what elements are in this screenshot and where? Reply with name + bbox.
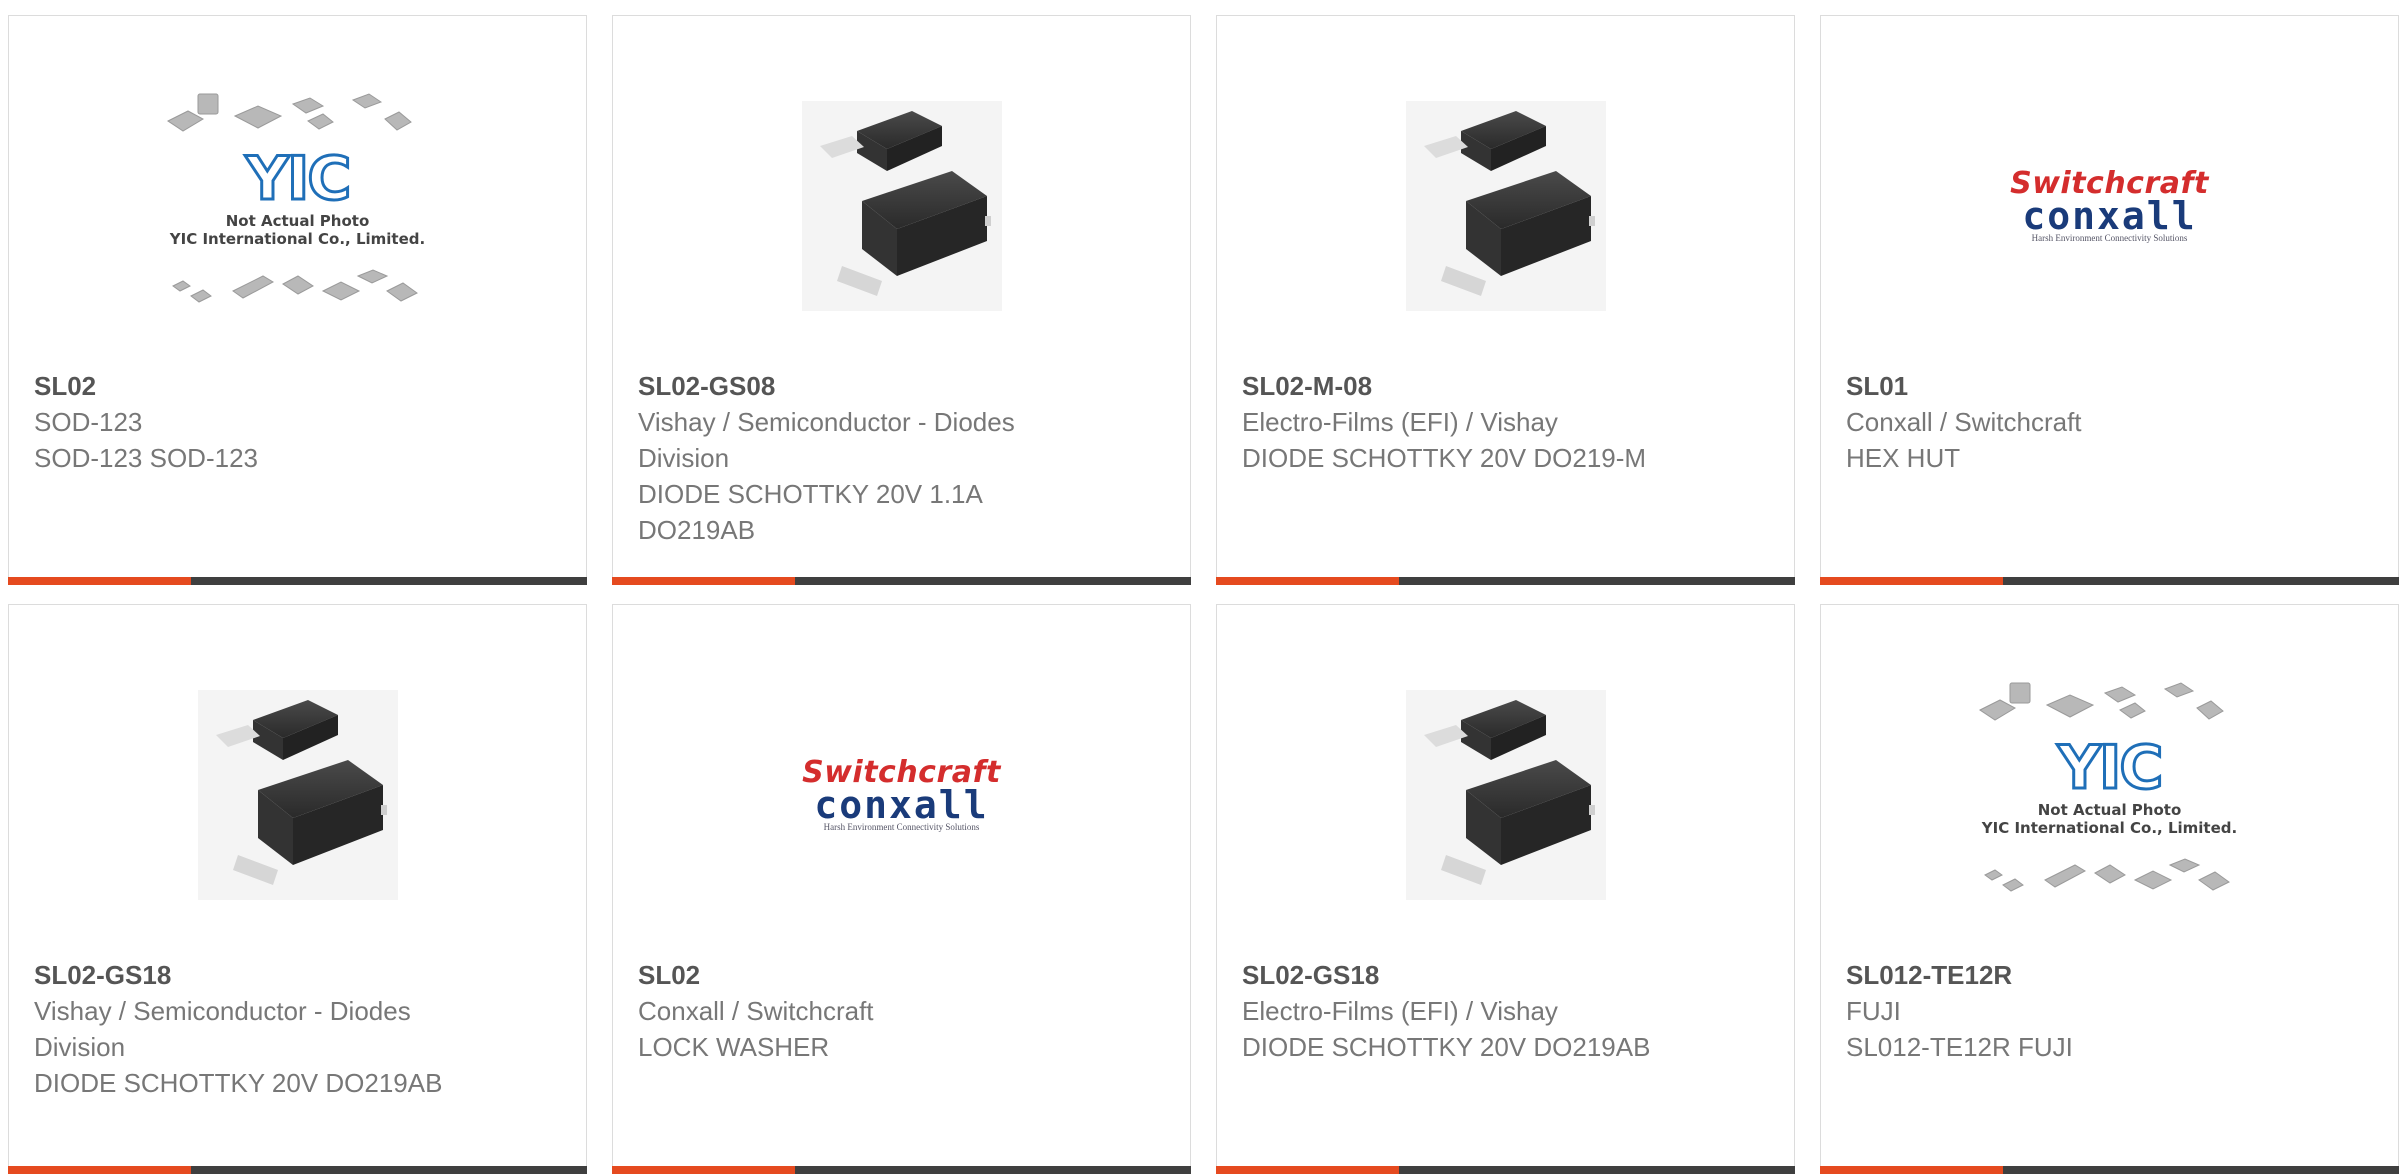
diode-package-icon bbox=[1405, 101, 1606, 311]
conxall-wordmark: conxall bbox=[2022, 194, 2197, 238]
part-number[interactable]: SL02 bbox=[34, 368, 466, 404]
product-card[interactable]: SL02-GS18 Vishay / Semiconductor - Diode… bbox=[8, 604, 587, 1174]
manufacturer: Conxall / Switchcraft bbox=[1846, 407, 2082, 437]
manufacturer: Vishay / Semiconductor - Diodes Division bbox=[34, 996, 411, 1062]
product-image: YIC Not Actual Photo YIC International C… bbox=[9, 56, 586, 356]
card-bottom-bar bbox=[8, 577, 587, 585]
product-image: Switchcraft conxall Harsh Environment Co… bbox=[613, 645, 1190, 945]
product-image: Switchcraft conxall Harsh Environment Co… bbox=[1821, 56, 2398, 356]
product-image bbox=[1217, 56, 1794, 356]
brand-tagline: Harsh Environment Connectivity Solutions bbox=[823, 822, 980, 832]
diode-package-icon bbox=[197, 690, 398, 900]
product-image bbox=[1217, 645, 1794, 945]
switchcraft-conxall-logo: Switchcraft conxall Harsh Environment Co… bbox=[2005, 169, 2215, 244]
yic-company: YIC International Co., Limited. bbox=[1981, 819, 2238, 837]
product-card[interactable]: Switchcraft conxall Harsh Environment Co… bbox=[612, 604, 1191, 1174]
product-info: SL02 Conxall / Switchcraft LOCK WASHER bbox=[638, 957, 1070, 1065]
card-bottom-bar bbox=[1820, 577, 2399, 585]
card-bottom-bar bbox=[1216, 577, 1795, 585]
product-info: SL02-GS08 Vishay / Semiconductor - Diode… bbox=[638, 368, 1070, 548]
card-accent bbox=[8, 577, 191, 585]
product-card[interactable]: SL02-M-08 Electro-Films (EFI) / Vishay D… bbox=[1216, 15, 1795, 585]
product-image: YIC Not Actual Photo YIC International C… bbox=[1821, 645, 2398, 945]
product-card[interactable]: YIC Not Actual Photo YIC International C… bbox=[1820, 604, 2399, 1174]
card-accent bbox=[1820, 577, 2003, 585]
product-info: SL012-TE12R FUJI SL012-TE12R FUJI bbox=[1846, 957, 2278, 1065]
manufacturer: Vishay / Semiconductor - Diodes Division bbox=[638, 407, 1015, 473]
product-info: SL02 SOD-123 SOD-123 SOD-123 bbox=[34, 368, 466, 476]
description: LOCK WASHER bbox=[638, 1032, 830, 1062]
card-accent bbox=[8, 1166, 191, 1174]
description: DIODE SCHOTTKY 20V DO219AB bbox=[34, 1068, 443, 1098]
description: DIODE SCHOTTKY 20V DO219-M bbox=[1242, 443, 1647, 473]
manufacturer: FUJI bbox=[1846, 996, 1901, 1026]
switchcraft-conxall-logo: Switchcraft conxall Harsh Environment Co… bbox=[797, 758, 1007, 833]
diode-package-icon bbox=[1405, 690, 1606, 900]
product-card[interactable]: SL02-GS18 Electro-Films (EFI) / Vishay D… bbox=[1216, 604, 1795, 1174]
card-bottom-bar bbox=[612, 1166, 1191, 1174]
part-number[interactable]: SL02-GS18 bbox=[34, 957, 466, 993]
product-image bbox=[9, 645, 586, 945]
product-grid: YIC Not Actual Photo YIC International C… bbox=[0, 0, 2400, 1174]
product-info: SL01 Conxall / Switchcraft HEX HUT bbox=[1846, 368, 2278, 476]
card-bottom-bar bbox=[1820, 1166, 2399, 1174]
part-number[interactable]: SL02-M-08 bbox=[1242, 368, 1674, 404]
not-actual-photo: Not Actual Photo bbox=[2037, 801, 2182, 819]
manufacturer: SOD-123 bbox=[34, 407, 143, 437]
product-image bbox=[613, 56, 1190, 356]
yic-logo: YIC bbox=[2056, 733, 2165, 803]
description: HEX HUT bbox=[1846, 443, 1961, 473]
manufacturer: Electro-Films (EFI) / Vishay bbox=[1242, 407, 1558, 437]
part-number[interactable]: SL012-TE12R bbox=[1846, 957, 2278, 993]
product-card[interactable]: SL02-GS08 Vishay / Semiconductor - Diode… bbox=[612, 15, 1191, 585]
description: SL012-TE12R FUJI bbox=[1846, 1032, 2073, 1062]
part-number[interactable]: SL02-GS18 bbox=[1242, 957, 1674, 993]
product-info: SL02-GS18 Vishay / Semiconductor - Diode… bbox=[34, 957, 466, 1101]
product-card[interactable]: Switchcraft conxall Harsh Environment Co… bbox=[1820, 15, 2399, 585]
product-card[interactable]: YIC Not Actual Photo YIC International C… bbox=[8, 15, 587, 585]
part-number[interactable]: SL02 bbox=[638, 957, 1070, 993]
card-bottom-bar bbox=[8, 1166, 587, 1174]
card-accent bbox=[612, 1166, 795, 1174]
brand-tagline: Harsh Environment Connectivity Solutions bbox=[2031, 233, 2188, 243]
description: DIODE SCHOTTKY 20V DO219AB bbox=[1242, 1032, 1651, 1062]
yic-company: YIC International Co., Limited. bbox=[169, 230, 426, 248]
card-accent bbox=[1216, 1166, 1399, 1174]
part-number[interactable]: SL01 bbox=[1846, 368, 2278, 404]
description: DIODE SCHOTTKY 20V 1.1A DO219AB bbox=[638, 479, 982, 545]
not-actual-photo: Not Actual Photo bbox=[225, 212, 370, 230]
part-number[interactable]: SL02-GS08 bbox=[638, 368, 1070, 404]
manufacturer: Electro-Films (EFI) / Vishay bbox=[1242, 996, 1558, 1026]
conxall-wordmark: conxall bbox=[814, 783, 989, 827]
description: SOD-123 SOD-123 bbox=[34, 443, 258, 473]
manufacturer: Conxall / Switchcraft bbox=[638, 996, 874, 1026]
card-bottom-bar bbox=[612, 577, 1191, 585]
card-accent bbox=[612, 577, 795, 585]
placeholder-image: YIC Not Actual Photo YIC International C… bbox=[163, 86, 433, 326]
product-info: SL02-GS18 Electro-Films (EFI) / Vishay D… bbox=[1242, 957, 1674, 1065]
card-bottom-bar bbox=[1216, 1166, 1795, 1174]
product-info: SL02-M-08 Electro-Films (EFI) / Vishay D… bbox=[1242, 368, 1674, 476]
yic-logo: YIC bbox=[244, 144, 353, 214]
card-accent bbox=[1820, 1166, 2003, 1174]
card-accent bbox=[1216, 577, 1399, 585]
placeholder-image: YIC Not Actual Photo YIC International C… bbox=[1975, 675, 2245, 915]
diode-package-icon bbox=[801, 101, 1002, 311]
